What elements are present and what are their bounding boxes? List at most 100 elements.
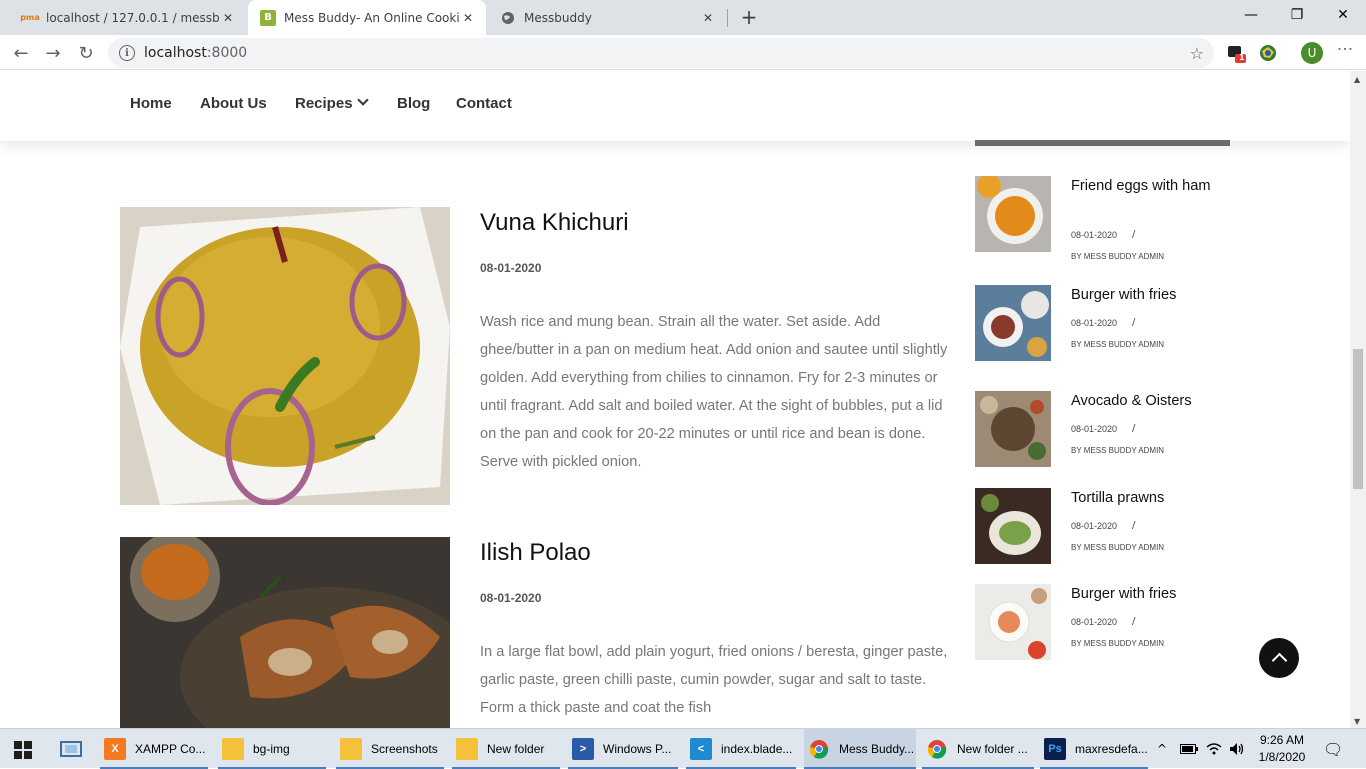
globe-icon [500,10,516,26]
chevron-up-icon [1271,652,1287,669]
sidebar-post[interactable]: Burger with fries 08-01-2020 / BY MESS B… [975,584,1230,664]
system-clock[interactable]: 9:26 AM 1/8/2020 [1252,732,1312,766]
taskbar-item-chrome-new-folder[interactable]: New folder ... [922,729,1034,769]
sidebar-post-date: 08-01-2020 [1071,230,1118,240]
sidebar-post-title[interactable]: Avocado & Oisters [1071,391,1221,412]
tray-chevron-icon[interactable]: ^ [1157,729,1167,769]
chrome-icon [808,738,830,760]
tab-title: Messbuddy [524,10,592,25]
wifi-icon[interactable] [1206,729,1222,769]
windows-start-icon[interactable] [14,741,32,759]
sidebar-post[interactable]: Friend eggs with ham 08-01-2020 / BY MES… [975,176,1230,261]
sidebar-post[interactable]: Avocado & Oisters 08-01-2020 / BY MESS B… [975,391,1230,471]
nav-recipes[interactable]: Recipes [295,94,369,112]
phpmyadmin-icon: pma [20,13,40,22]
nav-recipes-label: Recipes [295,95,353,112]
scroll-up-arrow-icon[interactable]: ▲ [1354,75,1360,84]
sidebar-separator: / [1132,317,1136,328]
clock-time: 9:26 AM [1259,733,1305,747]
sidebar-separator: / [1132,423,1136,434]
back-button[interactable]: ← [8,40,34,66]
taskbar-item-label: index.blade... [721,742,793,756]
taskbar-item-label: New folder ... [957,742,1028,756]
close-tab-icon[interactable]: ✕ [460,10,476,26]
sidebar-post-title[interactable]: Burger with fries [1071,285,1221,306]
site-navbar: Home About Us Recipes Blog Contact [0,71,1350,141]
notification-center-icon[interactable]: 🗨 [1323,729,1343,769]
close-window-button[interactable]: ✕ [1320,0,1366,30]
post-excerpt: In a large flat bowl, add plain yogurt, … [480,644,948,716]
sidebar-thumbnail[interactable] [975,176,1051,252]
sidebar-thumbnail[interactable] [975,285,1051,361]
sidebar-thumbnail[interactable] [975,391,1051,467]
post-image-vuna-khichuri[interactable] [120,207,450,505]
bookmark-star-icon[interactable]: ☆ [1190,44,1204,63]
post-image-ilish-polao[interactable] [120,537,450,728]
taskbar-item-label: XAMPP Co... [135,742,206,756]
close-tab-icon[interactable]: ✕ [220,10,236,26]
taskbar-item-chrome-mess-buddy[interactable]: Mess Buddy... [804,729,916,769]
close-tab-icon[interactable]: ✕ [700,10,716,26]
sidebar-post-title[interactable]: Friend eggs with ham [1071,176,1221,197]
tab-separator [727,9,728,27]
url-host: localhost [144,45,207,61]
photoshop-icon: Ps [1044,738,1066,760]
taskbar-item-label: Mess Buddy... [839,742,915,756]
scroll-down-arrow-icon[interactable]: ▼ [1354,717,1360,726]
sidebar-post-date: 08-01-2020 [1071,617,1118,627]
back-to-top-button[interactable] [1259,638,1299,678]
sidebar-post[interactable]: Burger with fries 08-01-2020 / BY MESS B… [975,285,1230,365]
taskbar-item-screenshots[interactable]: Screenshots [336,729,444,769]
extension-badge-icon[interactable]: 1 [1226,43,1246,63]
folder-icon [340,738,362,760]
taskbar-item-label: Screenshots [371,742,438,756]
sidebar-post-date: 08-01-2020 [1071,318,1118,328]
sidebar-post[interactable]: Tortilla prawns 08-01-2020 / BY MESS BUD… [975,488,1230,568]
sidebar-thumbnail[interactable] [975,584,1051,660]
folder-icon [222,738,244,760]
volume-icon[interactable] [1229,729,1245,769]
reload-button[interactable]: ↻ [73,40,99,66]
sidebar-heading-bar [975,140,1230,146]
nav-blog[interactable]: Blog [397,95,430,112]
browser-tab-strip: pma localhost / 127.0.0.1 / messbuddy ✕ … [0,0,1366,35]
battery-icon[interactable] [1180,729,1198,769]
profile-avatar[interactable]: U [1301,42,1323,64]
sidebar-post-author: BY MESS BUDDY ADMIN [1071,340,1165,349]
chrome-icon [926,738,948,760]
tab-phpmyadmin[interactable]: pma localhost / 127.0.0.1 / messbuddy ✕ [10,0,246,35]
sidebar-thumbnail[interactable] [975,488,1051,564]
taskbar-item-new-folder[interactable]: New folder [452,729,560,769]
restore-button[interactable]: ❐ [1274,0,1320,30]
post-title[interactable]: Vuna Khichuri [480,209,629,237]
tab-mess-buddy[interactable]: B Mess Buddy- An Online Cooking ✕ [248,0,486,35]
sidebar-post-title[interactable]: Tortilla prawns [1071,488,1221,509]
taskbar-item-xampp[interactable]: X XAMPP Co... [100,729,208,769]
tab-messbuddy[interactable]: Messbuddy ✕ [488,0,726,35]
sidebar-post-title[interactable]: Burger with fries [1071,584,1221,605]
chevron-down-icon [356,94,369,106]
xampp-icon: X [104,738,126,760]
nav-home[interactable]: Home [130,95,172,112]
address-bar[interactable]: i localhost:8000 ☆ [108,38,1214,68]
forward-button[interactable]: → [40,40,66,66]
windows-taskbar: X XAMPP Co... bg-img Screenshots New fold… [0,728,1366,769]
site-info-icon[interactable]: i [119,45,135,61]
post-excerpt: Wash rice and mung bean. Strain all the … [480,314,948,470]
page-scrollbar[interactable]: ▲ ▼ [1350,71,1366,728]
post-title[interactable]: Ilish Polao [480,539,591,567]
sidebar-post-author: BY MESS BUDDY ADMIN [1071,252,1165,261]
task-view-button[interactable] [60,729,94,769]
minimize-button[interactable]: — [1228,0,1274,30]
taskbar-item-photoshop[interactable]: Ps maxresdefa... [1040,729,1148,769]
nav-about-us[interactable]: About Us [200,95,267,112]
scrollbar-thumb[interactable] [1353,349,1363,489]
taskbar-item-vscode[interactable]: < index.blade... [686,729,796,769]
taskbar-item-powershell[interactable]: > Windows P... [568,729,678,769]
extension-globe-icon[interactable] [1258,43,1278,63]
sidebar-post-date: 08-01-2020 [1071,424,1118,434]
browser-menu-icon[interactable]: ⋮ [1336,41,1355,55]
nav-contact[interactable]: Contact [456,95,512,112]
new-tab-button[interactable]: + [738,5,760,29]
taskbar-item-bg-img[interactable]: bg-img [218,729,326,769]
